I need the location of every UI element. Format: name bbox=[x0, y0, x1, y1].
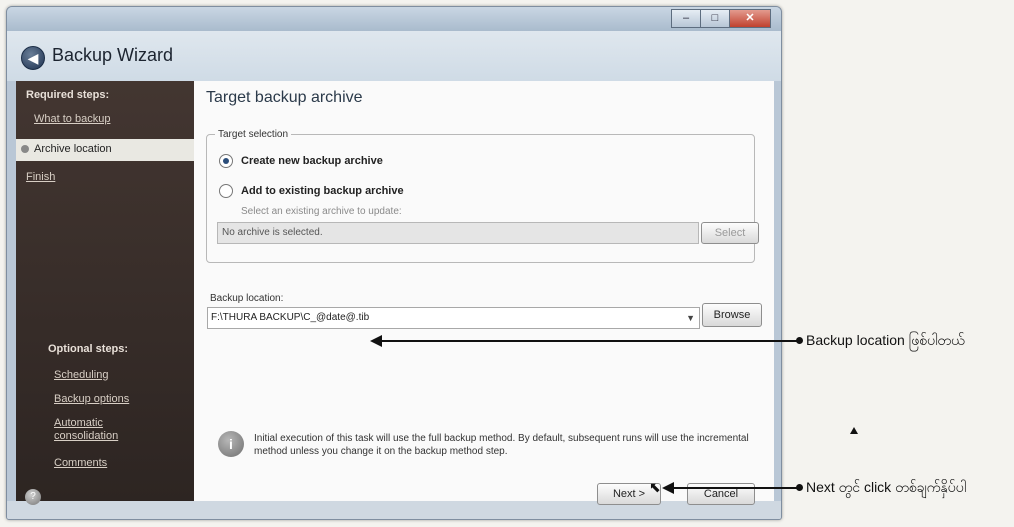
required-steps-heading: Required steps: bbox=[26, 89, 110, 101]
backup-location-value: F:\THURA BACKUP\C_@date@.tib bbox=[211, 312, 370, 323]
info-icon: i bbox=[218, 431, 244, 457]
window-title: Backup Wizard bbox=[52, 45, 174, 65]
annotation-marker-icon bbox=[850, 427, 858, 434]
target-selection-legend: Target selection bbox=[218, 129, 289, 140]
existing-archive-field[interactable]: No archive is selected. bbox=[217, 222, 699, 244]
radio-create-new-label: Create new backup archive bbox=[241, 155, 383, 167]
annotation-line-location bbox=[380, 340, 798, 342]
annotation-location-note: Backup location ဖြစ်ပါတယ် bbox=[806, 332, 965, 348]
annotation-dot-location bbox=[796, 337, 803, 344]
page-title: Target backup archive bbox=[206, 89, 363, 106]
backup-location-input[interactable]: F:\THURA BACKUP\C_@date@.tib ▼ bbox=[207, 307, 700, 329]
optional-steps-heading: Optional steps: bbox=[48, 343, 129, 355]
annotation-dot-next bbox=[796, 484, 803, 491]
radio-add-existing-label: Add to existing backup archive bbox=[241, 185, 404, 197]
browse-button[interactable]: Browse bbox=[702, 303, 762, 327]
wizard-steps-sidebar: Required steps: What to backup Archive l… bbox=[16, 81, 194, 501]
sidebar-item-what-to-backup[interactable]: What to backup bbox=[34, 113, 110, 125]
current-step-icon bbox=[21, 145, 29, 153]
sidebar-item-scheduling[interactable]: Scheduling bbox=[54, 369, 108, 381]
close-button[interactable]: ✕ bbox=[729, 9, 771, 28]
help-icon[interactable]: ? bbox=[25, 489, 41, 505]
back-arrow-icon[interactable]: ◀ bbox=[21, 46, 45, 70]
sidebar-item-label: Archive location bbox=[34, 143, 112, 155]
sidebar-item-archive-location[interactable]: Archive location bbox=[16, 139, 194, 161]
minimize-button[interactable]: – bbox=[671, 9, 701, 28]
wizard-content: Target backup archive Target selection C… bbox=[194, 81, 774, 501]
target-selection-group: Target selection Create new backup archi… bbox=[206, 129, 759, 263]
sidebar-item-comments[interactable]: Comments bbox=[54, 457, 107, 469]
radio-add-existing[interactable]: Add to existing backup archive bbox=[219, 184, 404, 198]
maximize-button[interactable]: □ bbox=[700, 9, 730, 28]
sidebar-item-automatic[interactable]: Automatic bbox=[54, 417, 103, 429]
sidebar-item-finish[interactable]: Finish bbox=[26, 171, 55, 183]
radio-unchecked-icon[interactable] bbox=[219, 184, 233, 198]
existing-archive-hint: Select an existing archive to update: bbox=[241, 206, 402, 217]
wizard-footer bbox=[7, 501, 781, 519]
title-bar: – □ ✕ bbox=[7, 7, 781, 31]
info-message: Initial execution of this task will use … bbox=[254, 433, 749, 457]
dropdown-arrow-icon[interactable]: ▼ bbox=[686, 308, 695, 328]
backup-location-label: Backup location: bbox=[210, 293, 284, 304]
annotation-line-next bbox=[672, 487, 798, 489]
sidebar-item-backup-options[interactable]: Backup options bbox=[54, 393, 129, 405]
backup-wizard-window: – □ ✕ ◀ Backup Wizard Required steps: Wh… bbox=[6, 6, 782, 520]
sidebar-item-consolidation[interactable]: consolidation bbox=[54, 430, 118, 442]
select-archive-button[interactable]: Select bbox=[701, 222, 759, 244]
annotation-next-note: Next တွင် click တစ်ချက်နှိပ်ပါ bbox=[806, 479, 966, 495]
mouse-cursor-icon: ⬉ bbox=[649, 479, 661, 495]
radio-create-new[interactable]: Create new backup archive bbox=[219, 154, 383, 168]
wizard-header: ◀ Backup Wizard bbox=[7, 31, 781, 81]
window-controls: – □ ✕ bbox=[671, 9, 771, 28]
radio-checked-icon[interactable] bbox=[219, 154, 233, 168]
